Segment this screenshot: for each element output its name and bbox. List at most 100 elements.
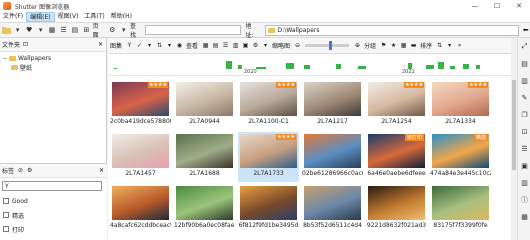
thumbnail-image[interactable] xyxy=(240,186,297,220)
dropdown-arrow-icon[interactable]: ▾ xyxy=(119,24,129,36)
tag-filter-input[interactable]: Y xyxy=(2,181,102,191)
thumbnail-item[interactable]: 9221d8632f021ad3 xyxy=(366,184,427,234)
thumbnail-item[interactable]: 8b53f52d6511c4d4 xyxy=(302,184,363,234)
address-input[interactable]: D:\Wallpapers xyxy=(264,24,520,36)
favorite-icon[interactable]: ♥ xyxy=(24,24,34,36)
thumbnail-image[interactable] xyxy=(304,186,361,220)
folder-item-wallpapers[interactable]: − Wallpapers xyxy=(3,54,103,63)
filter-icon[interactable]: Y xyxy=(125,41,134,51)
tag-item-print[interactable]: 打印 xyxy=(0,222,107,236)
layers-icon[interactable]: ▥ xyxy=(519,75,530,86)
star-icon[interactable]: ★ xyxy=(389,41,398,51)
thumbnail-item[interactable]: ★★★★ 2L7A1334 xyxy=(430,80,491,130)
thumbnail-image[interactable] xyxy=(176,82,233,116)
page-icon[interactable]: ⊞ xyxy=(81,24,91,36)
tag-icon[interactable]: ⚑ xyxy=(379,41,388,51)
back-icon[interactable]: ⬅ xyxy=(521,25,530,35)
view-detail-icon[interactable]: ▤ xyxy=(70,24,80,36)
detail-icon[interactable]: ▥ xyxy=(231,41,240,51)
settings-icon[interactable]: ⚙ xyxy=(107,24,117,36)
tag-item-good[interactable]: Good xyxy=(0,194,107,208)
thumbnail-item[interactable]: 02be61286966c0ac0 xyxy=(302,132,363,182)
folder-icon[interactable]: ▬ xyxy=(409,41,418,51)
tag-item-featured[interactable]: 精选 xyxy=(0,208,107,222)
menu-view[interactable]: 视图(V) xyxy=(55,12,82,22)
more-icon[interactable]: » xyxy=(455,41,464,51)
zoom-out-icon[interactable]: ⊖ xyxy=(293,41,302,51)
histogram-icon[interactable]: ▥ xyxy=(519,177,530,188)
tag-add-icon[interactable]: ⊘ xyxy=(18,167,23,174)
thumbnail-item[interactable]: 2L7A1688 xyxy=(174,132,235,182)
thumbnail-item[interactable]: ★★★★ 2L7A1100-C1 xyxy=(238,80,299,130)
dropdown-arrow-icon[interactable]: ▾ xyxy=(145,41,154,51)
thumbnail-image[interactable] xyxy=(112,134,169,168)
menu-file[interactable]: 文件(F) xyxy=(0,12,26,22)
list-icon[interactable]: ☰ xyxy=(221,41,230,51)
thumbnail-item[interactable]: ★★★★ 2L7A1254 xyxy=(366,80,427,130)
thumbnail-item[interactable]: 12bf90b6a0ec08fae1 xyxy=(174,184,235,234)
dropdown-arrow-icon[interactable]: ▾ xyxy=(165,41,174,51)
close-button[interactable]: ✕ xyxy=(508,0,530,12)
thumbnail-item[interactable]: 83175f7f3399f0fe xyxy=(430,184,491,234)
properties-icon[interactable]: ▤ xyxy=(519,58,530,69)
calendar-icon[interactable]: ▦ xyxy=(399,41,408,51)
view-icon[interactable]: ◉ xyxy=(175,41,184,51)
settings-icon[interactable]: ⚙ xyxy=(251,41,260,51)
thumbnail-item[interactable]: 6f812f9fd1be3495d xyxy=(238,184,299,234)
info-icon[interactable]: ⓘ xyxy=(519,194,530,205)
thumbnail-image[interactable] xyxy=(432,186,489,220)
sort-icon[interactable]: ⇅ xyxy=(155,41,164,51)
compare-icon[interactable]: ▣ xyxy=(519,160,530,171)
close-pane-icon[interactable]: ✕ xyxy=(98,41,103,48)
maximize-button[interactable]: ☐ xyxy=(486,0,508,12)
expand-icon[interactable]: ⤢ xyxy=(519,41,530,52)
tag-checkbox[interactable] xyxy=(3,212,9,218)
thumbnail-image[interactable] xyxy=(368,186,425,220)
tag-checkbox[interactable] xyxy=(3,198,9,204)
thumbnail-item[interactable]: 2L7A0944 xyxy=(174,80,235,130)
image-icon[interactable]: ▣ xyxy=(241,41,250,51)
adjust-icon[interactable]: ☰ xyxy=(519,143,530,154)
thumbnail-item[interactable]: 4a8cafc62cddbceac9 xyxy=(110,184,171,234)
tag-checkbox[interactable] xyxy=(3,226,9,232)
check-icon[interactable]: ✓ xyxy=(135,41,144,51)
thumbnail-item[interactable]: 待打印 6a46e0aebe6dfeee xyxy=(366,132,427,182)
thumbnail-image[interactable] xyxy=(304,82,361,116)
thumbnail-size-slider[interactable] xyxy=(305,41,350,50)
copy-icon[interactable]: ❐ xyxy=(519,109,530,120)
crop-icon[interactable]: ⊡ xyxy=(519,126,530,137)
pin-icon[interactable]: ⊡ xyxy=(23,41,28,48)
thumbnail-image[interactable] xyxy=(304,134,361,168)
folder-item-sub[interactable]: 壁纸 xyxy=(3,63,103,72)
dropdown-arrow-icon[interactable]: ▾ xyxy=(445,41,454,51)
thumbnail-image[interactable] xyxy=(112,186,169,220)
minimize-button[interactable]: — xyxy=(464,0,486,12)
thumbnail-item[interactable]: 2L7A1217 xyxy=(302,80,363,130)
timeline[interactable]: 2020 2021 xyxy=(108,54,511,76)
thumbnail-item[interactable]: 2L7A1457 xyxy=(110,132,171,182)
menu-edit[interactable]: 编辑(E) xyxy=(26,12,55,22)
edit-icon[interactable]: ✎ xyxy=(519,92,530,103)
dropdown-arrow-icon[interactable]: ▾ xyxy=(261,41,270,51)
close-pane-icon[interactable]: ✕ xyxy=(99,167,104,174)
thumbnail-item[interactable]: ★★★★ 2L7A1733 xyxy=(238,132,299,182)
grid-icon[interactable]: ▦ xyxy=(519,211,530,222)
dropdown-arrow-icon[interactable]: ▾ xyxy=(12,24,22,36)
thumbnail-image[interactable] xyxy=(176,186,233,220)
collapse-icon[interactable]: − xyxy=(3,56,8,62)
tag-settings-icon[interactable]: ⚙ xyxy=(27,167,32,174)
scrollbar-thumb[interactable] xyxy=(512,80,516,170)
thumbnail-item[interactable]: 精选 474a84e3e445c10c2 xyxy=(430,132,491,182)
search-input[interactable] xyxy=(145,25,242,35)
film-icon[interactable]: ▤ xyxy=(211,41,220,51)
sort-icon[interactable]: ⇅ xyxy=(435,41,444,51)
thumbnail-item[interactable]: ★★★★ 2c0ba419dce578800 xyxy=(110,80,171,130)
dropdown-arrow-icon[interactable]: ▾ xyxy=(35,24,45,36)
view-list-icon[interactable]: ☰ xyxy=(58,24,68,36)
thumbnail-image[interactable] xyxy=(176,134,233,168)
grid-icon[interactable]: ▦ xyxy=(201,41,210,51)
zoom-in-icon[interactable]: ⊕ xyxy=(353,41,362,51)
slider-knob[interactable] xyxy=(329,41,333,50)
folder-open-icon[interactable] xyxy=(1,24,11,36)
view-grid-icon[interactable]: ▦ xyxy=(47,24,57,36)
